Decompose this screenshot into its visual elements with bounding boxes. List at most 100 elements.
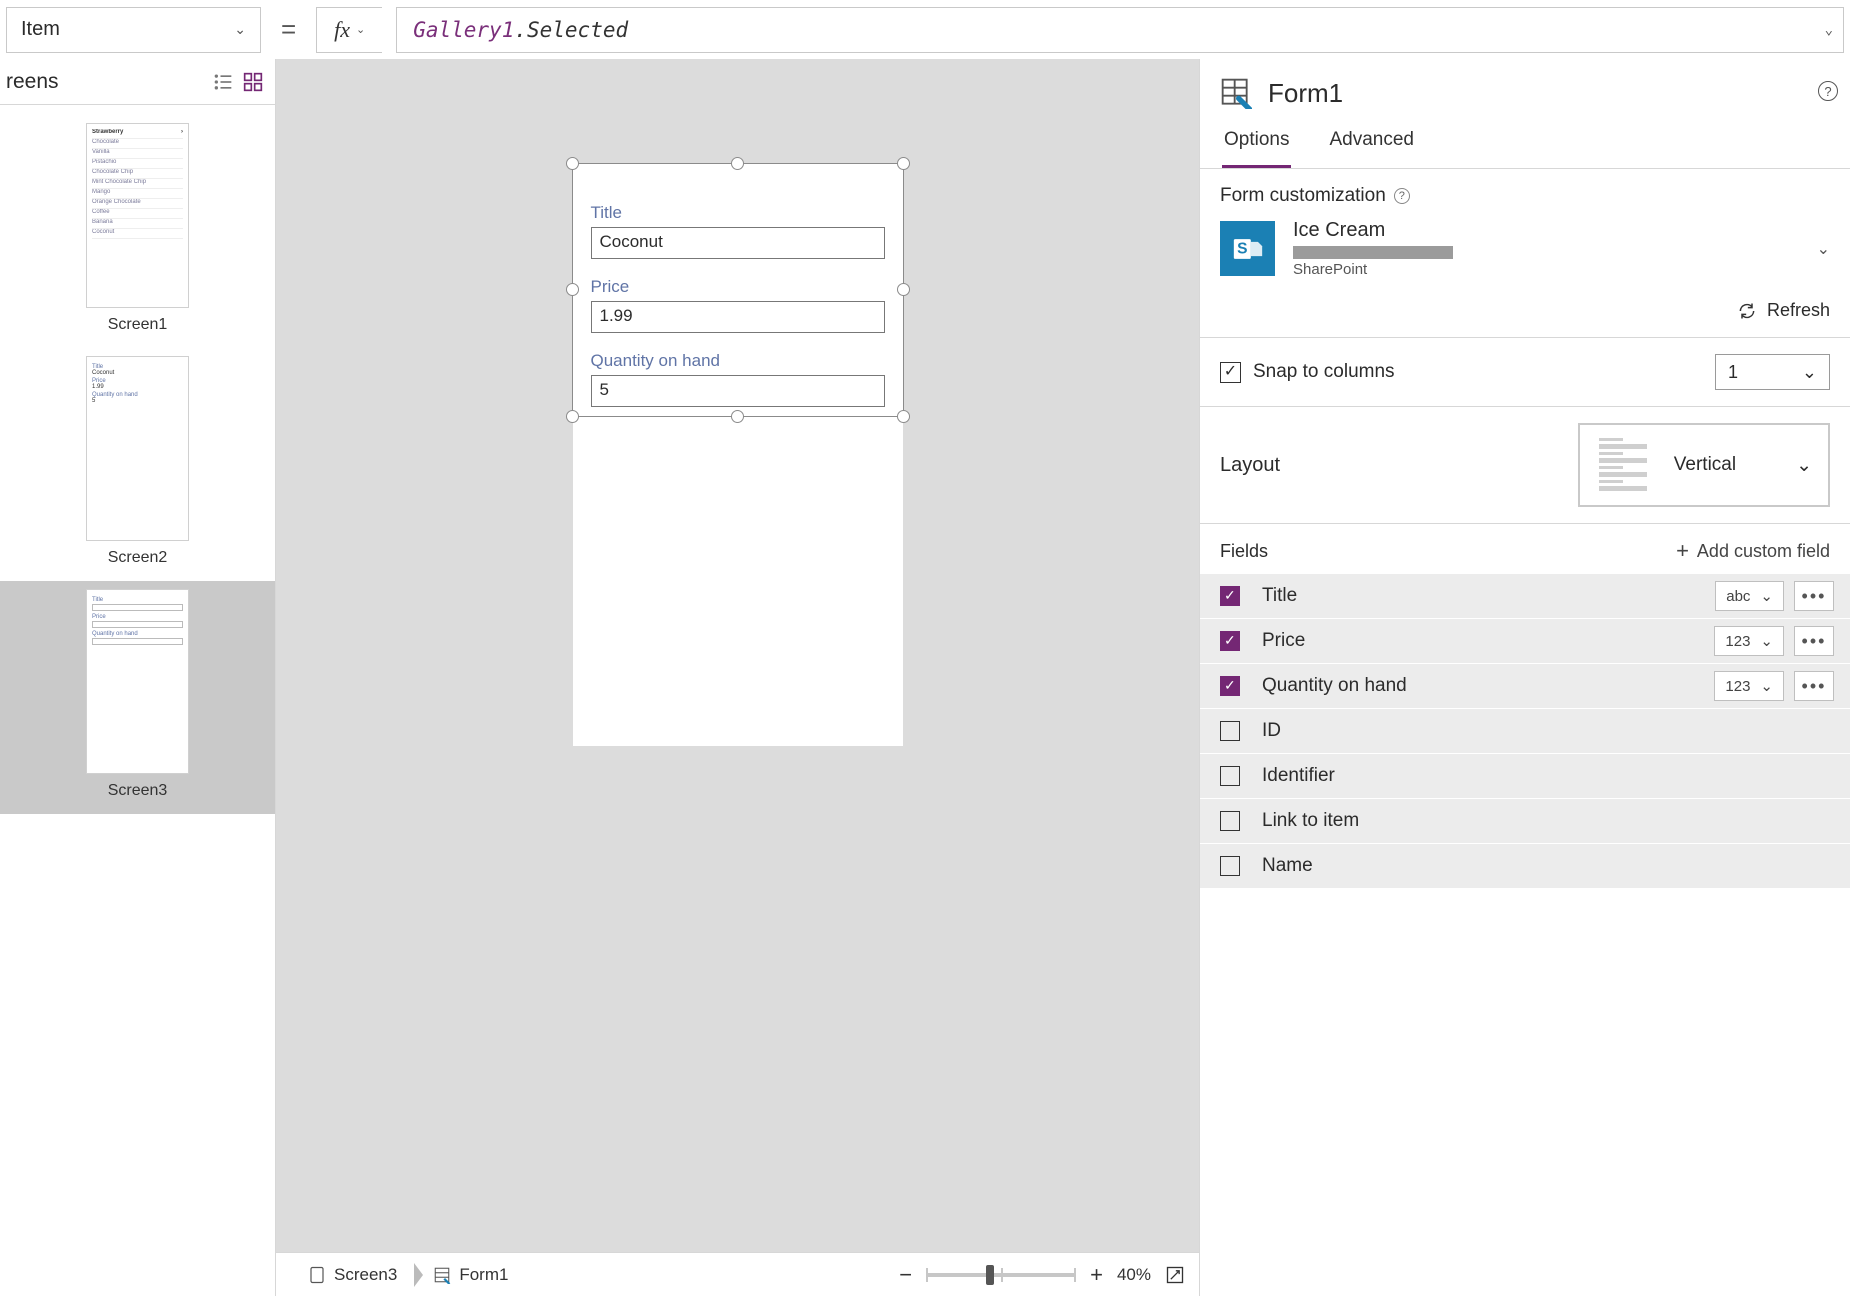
refresh-button[interactable]: Refresh [1220, 300, 1830, 321]
field-name: Identifier [1262, 765, 1335, 787]
field-name: ID [1262, 720, 1281, 742]
panel-title: Form1 [1268, 78, 1343, 109]
field-row-quantity[interactable]: Quantity on hand 123⌄ ••• [1200, 664, 1850, 708]
columns-select[interactable]: 1 ⌄ [1715, 354, 1830, 390]
chevron-down-icon: ⌄ [1817, 239, 1830, 259]
plus-icon: + [1676, 538, 1689, 564]
field-more-button[interactable]: ••• [1794, 581, 1834, 611]
add-custom-field-button[interactable]: + Add custom field [1676, 538, 1830, 564]
help-icon[interactable]: ? [1394, 188, 1410, 204]
resize-handle[interactable] [897, 410, 910, 423]
refresh-icon [1737, 301, 1757, 321]
zoom-out-button[interactable]: − [899, 1262, 912, 1288]
section-datasource: Form customization? S Ice Cream SharePoi… [1200, 169, 1850, 338]
zoom-value: 40% [1117, 1265, 1151, 1285]
screen-thumb-screen2[interactable]: Title Coconut Price 1.99 Quantity on han… [0, 348, 275, 581]
field-type-select[interactable]: 123⌄ [1714, 626, 1784, 656]
form-selection[interactable] [572, 163, 904, 417]
layout-select[interactable]: Vertical ⌄ [1578, 423, 1830, 507]
resize-handle[interactable] [731, 410, 744, 423]
fields-list: Title abc⌄ ••• Price 123⌄ ••• Quantity o… [1200, 574, 1850, 889]
chevron-down-icon: ⌄ [356, 23, 365, 36]
field-row-link[interactable]: Link to item [1200, 799, 1850, 843]
field-checkbox[interactable] [1220, 586, 1240, 606]
property-selector[interactable]: Item ⌄ [6, 7, 261, 53]
datasource-selector[interactable]: S Ice Cream SharePoint ⌄ [1220, 219, 1830, 278]
breadcrumb-form[interactable]: Form1 [415, 1259, 526, 1291]
screen-thumb-screen1[interactable]: Strawberry› Chocolate Vanilla Pistachio … [0, 115, 275, 348]
thumb-label: Screen1 [108, 316, 168, 334]
chevron-down-icon: ⌄ [1796, 454, 1812, 477]
field-type-select[interactable]: 123⌄ [1714, 671, 1784, 701]
snap-checkbox[interactable] [1220, 362, 1241, 383]
field-row-title[interactable]: Title abc⌄ ••• [1200, 574, 1850, 618]
breadcrumb-screen[interactable]: Screen3 [290, 1259, 415, 1291]
thumb-label: Screen3 [108, 782, 168, 800]
form-icon [1220, 77, 1252, 109]
field-name: Price [1262, 630, 1305, 652]
field-name: Title [1262, 585, 1297, 607]
properties-panel: Form1 ? Options Advanced Form customizat… [1199, 59, 1850, 1296]
canvas: Title Coconut Price 1.99 Quantity on han… [276, 59, 1199, 1296]
formula-bar: Item ⌄ = fx ⌄ Gallery1.Selected ⌄ [0, 0, 1850, 59]
tab-advanced[interactable]: Advanced [1327, 119, 1416, 168]
help-icon[interactable]: ? [1818, 81, 1838, 101]
datasource-name: Ice Cream [1293, 219, 1453, 242]
field-row-price[interactable]: Price 123⌄ ••• [1200, 619, 1850, 663]
screens-header: reens [0, 59, 275, 105]
section-layout: Layout Vertical ⌄ [1200, 407, 1850, 524]
field-name: Link to item [1262, 810, 1359, 832]
resize-handle[interactable] [566, 410, 579, 423]
zoom-in-button[interactable]: + [1090, 1262, 1103, 1288]
resize-handle[interactable] [566, 283, 579, 296]
chevron-down-icon: ⌄ [1760, 677, 1773, 695]
resize-handle[interactable] [731, 157, 744, 170]
zoom-control: − + 40% [899, 1262, 1185, 1288]
chevron-down-icon: ⌄ [1802, 362, 1817, 383]
screen-thumb-screen3[interactable]: Title Price Quantity on hand Screen3 [0, 581, 275, 814]
thumbnail: Title Price Quantity on hand [86, 589, 189, 774]
thumb-label: Screen2 [108, 549, 168, 567]
field-name: Quantity on hand [1262, 675, 1407, 697]
device-frame[interactable]: Title Coconut Price 1.99 Quantity on han… [573, 163, 903, 746]
zoom-slider[interactable] [926, 1273, 1076, 1277]
resize-handle[interactable] [566, 157, 579, 170]
chevron-down-icon[interactable]: ⌄ [1825, 22, 1833, 38]
layout-pictogram [1596, 435, 1650, 495]
field-type-select[interactable]: abc⌄ [1715, 581, 1784, 611]
field-row-id[interactable]: ID [1200, 709, 1850, 753]
tab-options[interactable]: Options [1222, 119, 1291, 168]
field-row-identifier[interactable]: Identifier [1200, 754, 1850, 798]
grid-view-icon[interactable] [243, 72, 263, 92]
field-row-name[interactable]: Name [1200, 844, 1850, 888]
resize-handle[interactable] [897, 283, 910, 296]
resize-handle[interactable] [897, 157, 910, 170]
field-checkbox[interactable] [1220, 766, 1240, 786]
field-checkbox[interactable] [1220, 856, 1240, 876]
fx-button[interactable]: fx ⌄ [316, 7, 382, 53]
formula-token-object: Gallery1 [413, 18, 514, 42]
breadcrumb: Screen3 Form1 [290, 1259, 526, 1291]
status-bar: Screen3 Form1 − + 40% [276, 1252, 1199, 1296]
field-checkbox[interactable] [1220, 631, 1240, 651]
panel-tabs: Options Advanced [1200, 119, 1850, 169]
property-name: Item [21, 18, 60, 41]
fx-icon: fx [334, 17, 350, 43]
form-icon [433, 1266, 451, 1284]
field-checkbox[interactable] [1220, 676, 1240, 696]
field-more-button[interactable]: ••• [1794, 626, 1834, 656]
zoom-knob[interactable] [986, 1265, 994, 1285]
chevron-down-icon: ⌄ [234, 21, 246, 38]
list-view-icon[interactable] [213, 72, 233, 92]
screen-icon [308, 1266, 326, 1284]
formula-input[interactable]: Gallery1.Selected ⌄ [396, 7, 1844, 53]
fit-screen-icon[interactable] [1165, 1265, 1185, 1285]
field-checkbox[interactable] [1220, 721, 1240, 741]
formula-token-rest: .Selected [514, 18, 628, 42]
fields-label: Fields [1220, 541, 1268, 562]
field-more-button[interactable]: ••• [1794, 671, 1834, 701]
layout-label: Layout [1220, 454, 1280, 477]
datasource-provider: SharePoint [1293, 261, 1453, 278]
field-checkbox[interactable] [1220, 811, 1240, 831]
section-title: Form customization [1220, 185, 1386, 207]
